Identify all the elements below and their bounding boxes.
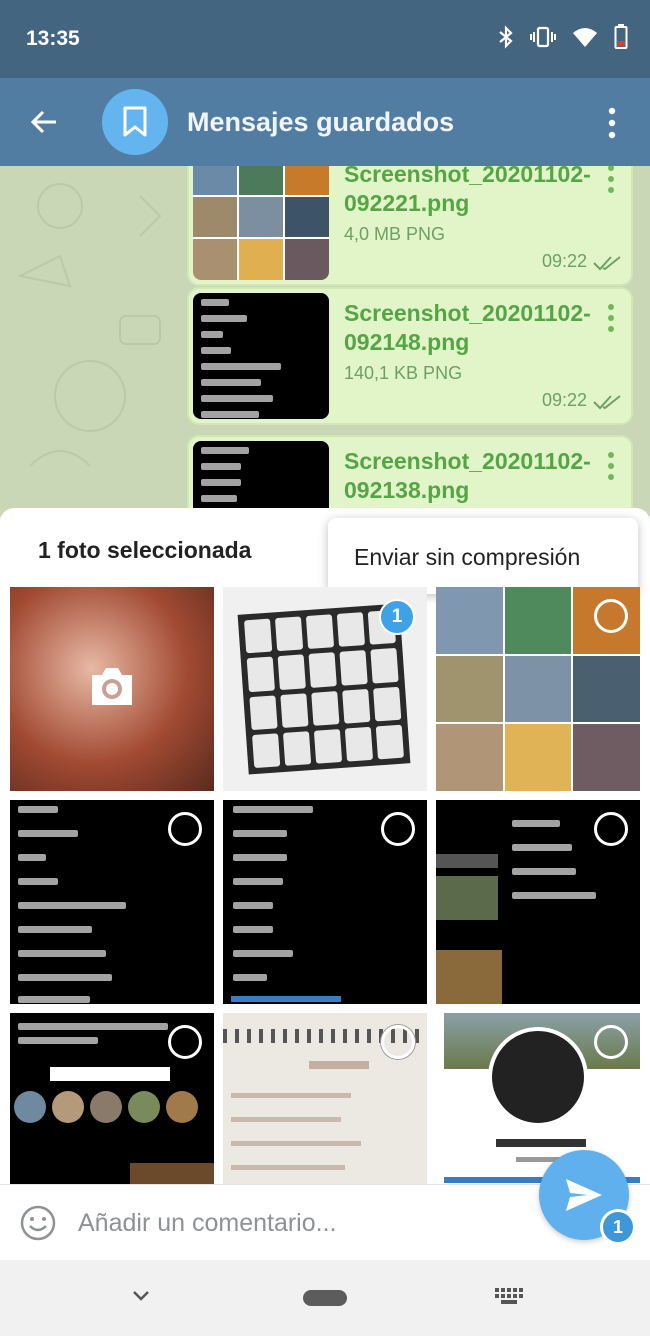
file-thumbnail[interactable] (193, 441, 329, 516)
battery-icon (614, 24, 628, 49)
keyboard-icon[interactable] (495, 1288, 523, 1306)
photo-thumbnail[interactable] (223, 1013, 427, 1184)
file-meta: 140,1 KB PNG (344, 363, 463, 383)
send-icon (566, 1179, 602, 1211)
status-icons (498, 24, 628, 50)
system-nav-bar (0, 1260, 650, 1336)
file-message[interactable]: Screenshot_20201102-092138.png (187, 435, 633, 516)
back-arrow-icon[interactable] (28, 106, 60, 138)
file-message[interactable]: Screenshot_20201102-092148.png 140,1 KB … (187, 287, 633, 425)
send-options-popup: Enviar sin compresión (328, 518, 638, 594)
wifi-icon (573, 28, 597, 47)
photo-thumbnail[interactable]: 1 (223, 587, 427, 791)
photo-grid[interactable]: 1 (0, 587, 650, 1184)
saved-messages-avatar[interactable] (102, 89, 168, 155)
file-name[interactable]: Screenshot_20201102-092148.png (344, 299, 614, 357)
message-time: 09:22 (541, 251, 587, 271)
file-thumbnail[interactable] (193, 293, 329, 419)
photo-thumbnail[interactable] (436, 800, 640, 1004)
send-without-compression-option[interactable]: Enviar sin compresión (354, 544, 580, 571)
photo-thumbnail[interactable] (436, 587, 640, 791)
select-circle[interactable] (168, 1025, 202, 1059)
photo-thumbnail[interactable] (10, 800, 214, 1004)
photo-thumbnail[interactable] (10, 1013, 214, 1184)
chat-history[interactable]: Screenshot_20201102-092221.png 4,0 MB PN… (0, 166, 650, 516)
message-menu-icon[interactable] (607, 166, 615, 194)
select-circle[interactable] (594, 599, 628, 633)
chat-title[interactable]: Mensajes guardados (187, 107, 454, 138)
chevron-down-icon[interactable] (128, 1286, 154, 1306)
status-bar: 13:35 (0, 0, 650, 78)
message-time: 09:22 (541, 390, 587, 410)
photo-thumbnail[interactable] (223, 800, 427, 1004)
camera-tile[interactable] (10, 587, 214, 791)
file-name[interactable]: Screenshot_20201102-092221.png (344, 166, 614, 218)
selected-badge[interactable]: 1 (379, 599, 415, 635)
file-message[interactable]: Screenshot_20201102-092221.png 4,0 MB PN… (187, 166, 633, 286)
select-circle[interactable] (168, 812, 202, 846)
camera-icon (92, 668, 132, 705)
bluetooth-icon (499, 25, 513, 49)
more-options-icon[interactable] (600, 106, 624, 140)
emoji-icon[interactable] (20, 1205, 56, 1241)
message-menu-icon[interactable] (607, 303, 615, 333)
file-name[interactable]: Screenshot_20201102-092138.png (344, 447, 614, 505)
home-pill[interactable] (303, 1290, 347, 1306)
file-thumbnail[interactable] (193, 166, 329, 280)
bookmark-icon (123, 106, 147, 137)
file-meta: 4,0 MB PNG (344, 224, 446, 244)
read-ticks-icon (593, 256, 621, 271)
select-circle[interactable] (381, 1025, 415, 1059)
message-menu-icon[interactable] (607, 451, 615, 481)
read-ticks-icon (593, 395, 621, 410)
select-circle[interactable] (381, 812, 415, 846)
comment-input[interactable]: Añadir un comentario... (78, 1209, 336, 1238)
selection-title: 1 foto seleccionada (38, 537, 252, 563)
select-circle[interactable] (594, 812, 628, 846)
chat-toolbar: Mensajes guardados (0, 78, 650, 166)
status-time: 13:35 (26, 27, 80, 50)
vibrate-icon (530, 26, 556, 48)
select-circle[interactable] (594, 1025, 628, 1059)
send-count-badge: 1 (600, 1209, 636, 1245)
